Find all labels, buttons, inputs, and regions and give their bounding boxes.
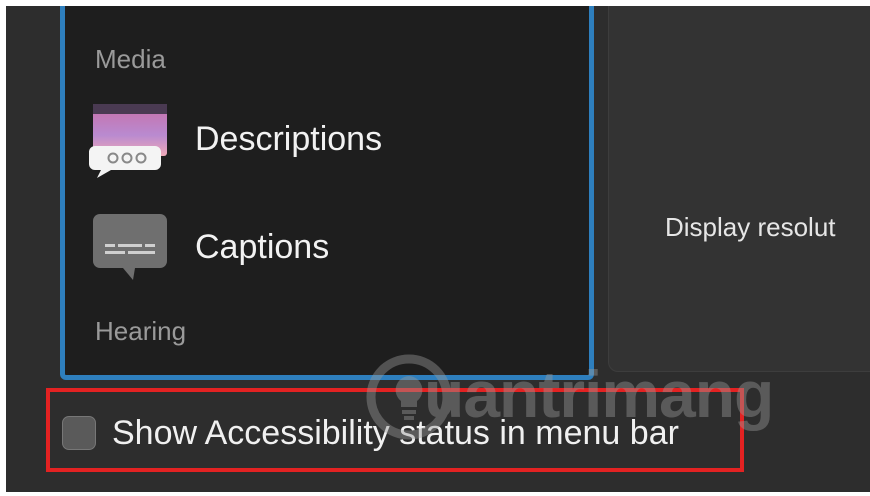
annotation-highlight-box <box>46 388 744 472</box>
descriptions-icon <box>87 100 171 184</box>
sidebar-item-label: Captions <box>195 228 330 266</box>
sidebar-item-label: Descriptions <box>195 120 383 158</box>
captions-icon <box>87 208 171 292</box>
section-header-hearing: Hearing <box>95 316 187 346</box>
detail-pane: Display resolut <box>608 6 870 372</box>
sidebar-item-captions[interactable]: Captions <box>87 208 567 292</box>
section-header-media: Media <box>95 44 166 74</box>
accessibility-window: Media Descriptions Captions Hearing Disp… <box>6 6 870 492</box>
sidebar-list[interactable]: Media Descriptions Captions Hearing <box>60 6 594 380</box>
sidebar-item-descriptions[interactable]: Descriptions <box>87 100 567 184</box>
display-resolution-label: Display resolut <box>665 212 836 242</box>
